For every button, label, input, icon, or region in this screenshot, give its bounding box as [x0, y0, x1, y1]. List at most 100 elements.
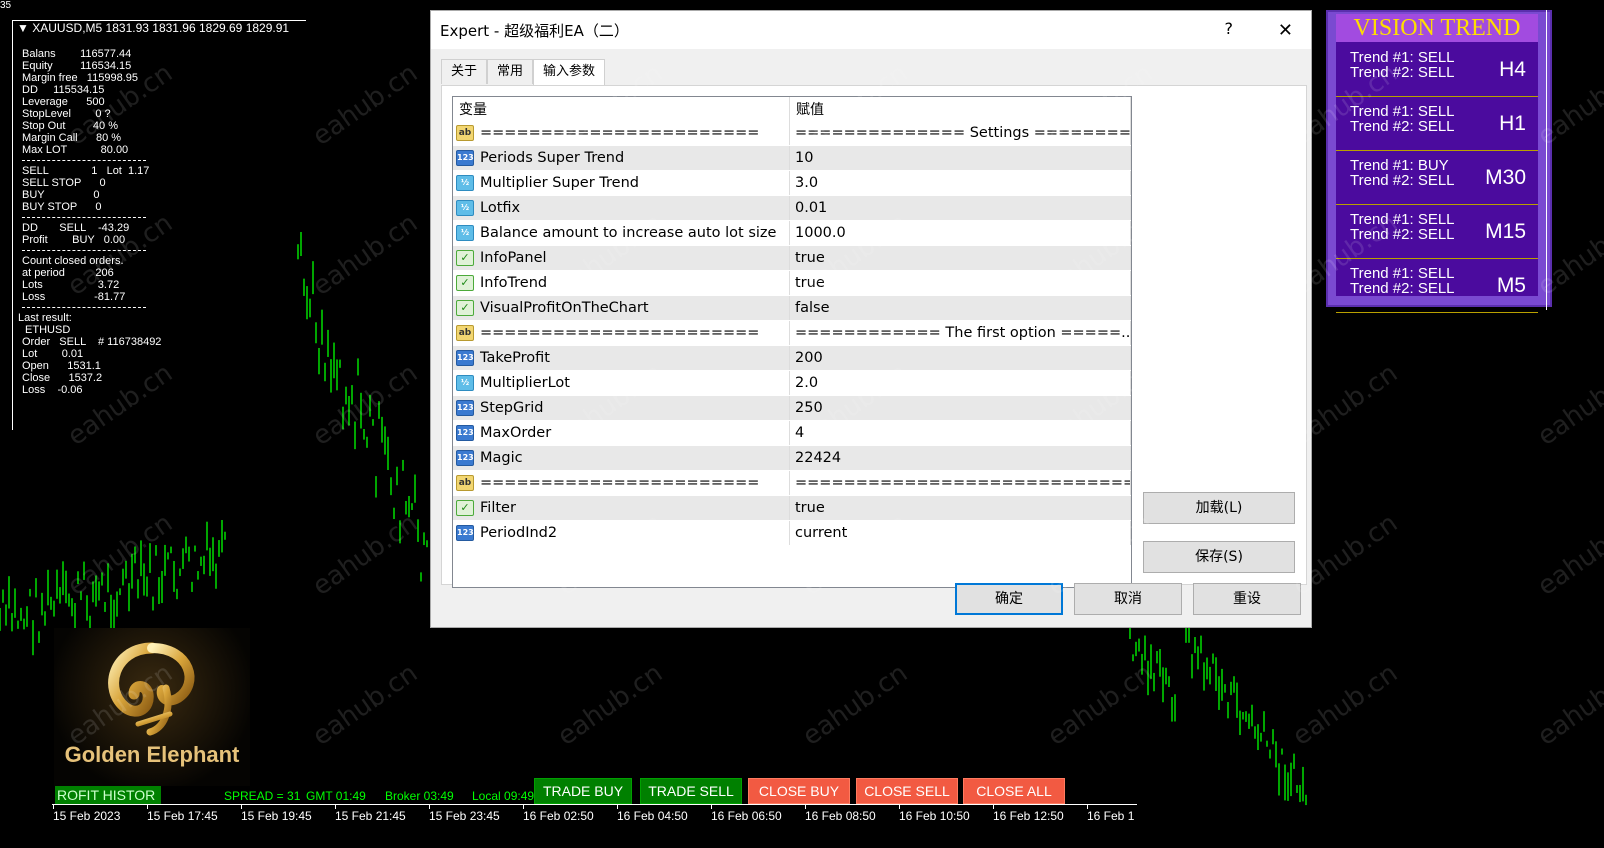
trade-buy-button[interactable]: TRADE BUY	[534, 778, 632, 804]
trend-row: Trend #1: BUY Trend #2: SELL M30	[1336, 152, 1538, 205]
close-sell-button[interactable]: CLOSE SELL	[856, 778, 958, 804]
param-value-cell[interactable]: true	[789, 495, 1131, 521]
param-row[interactable]: ab ======================= ===============…	[453, 470, 1131, 496]
trend-1: Trend #1: SELL	[1350, 49, 1455, 66]
param-name-cell[interactable]: 123 MaxOrder	[453, 420, 790, 446]
integer-param-icon: 123	[456, 450, 474, 466]
dialog-title: Expert - 超级福利EA（二）	[440, 22, 629, 40]
time-axis-tick	[241, 804, 242, 809]
param-row[interactable]: ✓ InfoTrend true	[453, 270, 1131, 296]
param-name-cell[interactable]: ✓ InfoPanel	[453, 245, 790, 271]
param-row[interactable]: 123 TakeProfit 200	[453, 345, 1131, 371]
param-value-cell[interactable]: false	[789, 295, 1131, 321]
timeframe-label: M5	[1496, 274, 1526, 297]
param-value-cell[interactable]: 22424	[789, 445, 1131, 471]
param-row[interactable]: ab ======================= ============== …	[453, 121, 1131, 146]
trade-sell-button[interactable]: TRADE SELL	[640, 778, 742, 804]
param-name-cell[interactable]: ab =======================	[453, 320, 790, 346]
help-icon[interactable]: ?	[1225, 19, 1234, 38]
param-name: Balance amount to increase auto lot size	[480, 225, 777, 241]
param-name-cell[interactable]: 123 PeriodInd2	[453, 520, 790, 546]
param-row[interactable]: ½ MultiplierLot 2.0	[453, 370, 1131, 396]
param-name-cell[interactable]: ✓ InfoTrend	[453, 270, 790, 296]
reset-button[interactable]: 重设	[1193, 583, 1301, 615]
info-row: Max LOT 80.00	[22, 144, 129, 156]
column-header-value[interactable]: 赋值	[789, 97, 1131, 121]
param-row[interactable]: ab ======================= ============ Th…	[453, 320, 1131, 346]
param-value-cell[interactable]: current	[789, 520, 1131, 546]
cancel-button[interactable]: 取消	[1074, 583, 1182, 615]
param-value-cell[interactable]: 4	[789, 420, 1131, 446]
param-name-cell[interactable]: ½ Multiplier Super Trend	[453, 170, 790, 196]
parameters-grid[interactable]: 变量 赋值 ab ======================= =========…	[452, 96, 1132, 588]
info-row: Leverage 500	[22, 96, 105, 108]
time-axis-tick	[335, 804, 336, 809]
param-name: Multiplier Super Trend	[480, 175, 639, 191]
param-row[interactable]: 123 Periods Super Trend 10	[453, 145, 1131, 171]
integer-param-icon: 123	[456, 525, 474, 541]
column-header-variable[interactable]: 变量	[453, 97, 790, 121]
param-row[interactable]: ✓ VisualProfitOnTheChart false	[453, 295, 1131, 321]
vision-trend-inner: VISION TREND Trend #1: SELL Trend #2: SEL…	[1336, 14, 1538, 313]
trend-row: Trend #1: SELL Trend #2: SELL H1	[1336, 98, 1538, 151]
param-value-cell[interactable]: true	[789, 270, 1131, 296]
local-time: Local 09:49	[472, 789, 535, 803]
param-name-cell[interactable]: ✓ Filter	[453, 495, 790, 521]
close-buy-button[interactable]: CLOSE BUY	[748, 778, 850, 804]
param-value-cell[interactable]: 2.0	[789, 370, 1131, 396]
param-row[interactable]: ½ Balance amount to increase auto lot siz…	[453, 220, 1131, 246]
param-name-cell[interactable]: 123 TakeProfit	[453, 345, 790, 371]
time-axis-label: 16 Feb 08:50	[805, 809, 876, 823]
load-button[interactable]: 加载(L)	[1143, 492, 1295, 524]
param-name-cell[interactable]: ½ Lotfix	[453, 195, 790, 221]
tab-2[interactable]: 输入参数	[533, 59, 606, 86]
param-name-cell[interactable]: ab =======================	[453, 470, 790, 496]
time-axis-label: 15 Feb 2023	[53, 809, 121, 823]
time-axis-label: 15 Feb 19:45	[241, 809, 312, 823]
param-name-cell[interactable]: ✓ VisualProfitOnTheChart	[453, 295, 790, 321]
param-name-cell[interactable]: 123 Magic	[453, 445, 790, 471]
param-value-cell[interactable]: ============== Settings ========...	[789, 121, 1131, 146]
spread-label: SPREAD = 31	[224, 789, 301, 803]
info-row: Equity 116534.15	[22, 60, 132, 72]
param-name-cell[interactable]: 123 StepGrid	[453, 395, 790, 421]
param-value-cell[interactable]: 0.01	[789, 195, 1131, 221]
tab-0[interactable]: 关于	[441, 59, 488, 84]
param-name: Magic	[480, 450, 523, 466]
param-row[interactable]: 123 MaxOrder 4	[453, 420, 1131, 446]
ok-button[interactable]: 确定	[955, 583, 1063, 615]
param-name-cell[interactable]: ½ MultiplierLot	[453, 370, 790, 396]
param-row[interactable]: 123 PeriodInd2 current	[453, 520, 1131, 546]
chart-symbol-header[interactable]: ▼ XAUUSD,M5 1831.93 1831.96 1829.69 1829…	[17, 21, 289, 35]
param-row[interactable]: ✓ Filter true	[453, 495, 1131, 521]
param-value-cell[interactable]: 3.0	[789, 170, 1131, 196]
param-value-cell[interactable]: 1000.0	[789, 220, 1131, 246]
elephant-logo-icon	[108, 642, 195, 736]
param-row[interactable]: 123 StepGrid 250	[453, 395, 1131, 421]
close-icon[interactable]: ✕	[1278, 20, 1293, 41]
param-row[interactable]: 123 Magic 22424	[453, 445, 1131, 471]
timeframe-label: H4	[1499, 58, 1526, 81]
param-value-cell[interactable]: 250	[789, 395, 1131, 421]
param-name-cell[interactable]: 123 Periods Super Trend	[453, 145, 790, 171]
tab-1[interactable]: 常用	[487, 59, 534, 84]
time-axis-tick	[993, 804, 994, 809]
close-all-button[interactable]: CLOSE ALL	[963, 778, 1065, 804]
save-button[interactable]: 保存(S)	[1143, 541, 1295, 573]
param-row[interactable]: ½ Lotfix 0.01	[453, 195, 1131, 221]
param-value-cell[interactable]: true	[789, 245, 1131, 271]
param-value-cell[interactable]: 200	[789, 345, 1131, 371]
param-row[interactable]: ✓ InfoPanel true	[453, 245, 1131, 271]
param-name-cell[interactable]: ½ Balance amount to increase auto lot siz…	[453, 220, 790, 246]
info-row: at period 206	[22, 267, 114, 279]
param-row[interactable]: ½ Multiplier Super Trend 3.0	[453, 170, 1131, 196]
double-param-icon: ½	[456, 375, 474, 391]
param-value-cell[interactable]: =============================...	[789, 470, 1131, 496]
dialog-titlebar[interactable]: Expert - 超级福利EA（二） ? ✕	[431, 11, 1311, 49]
param-name: VisualProfitOnTheChart	[480, 300, 649, 316]
param-value-cell[interactable]: ============ The first option =====...	[789, 320, 1131, 346]
profit-history-button[interactable]: ROFIT HISTOR	[55, 786, 161, 804]
param-name-cell[interactable]: ab =======================	[453, 121, 790, 146]
param-value-cell[interactable]: 10	[789, 145, 1131, 171]
trend-1: Trend #1: BUY	[1350, 157, 1449, 174]
